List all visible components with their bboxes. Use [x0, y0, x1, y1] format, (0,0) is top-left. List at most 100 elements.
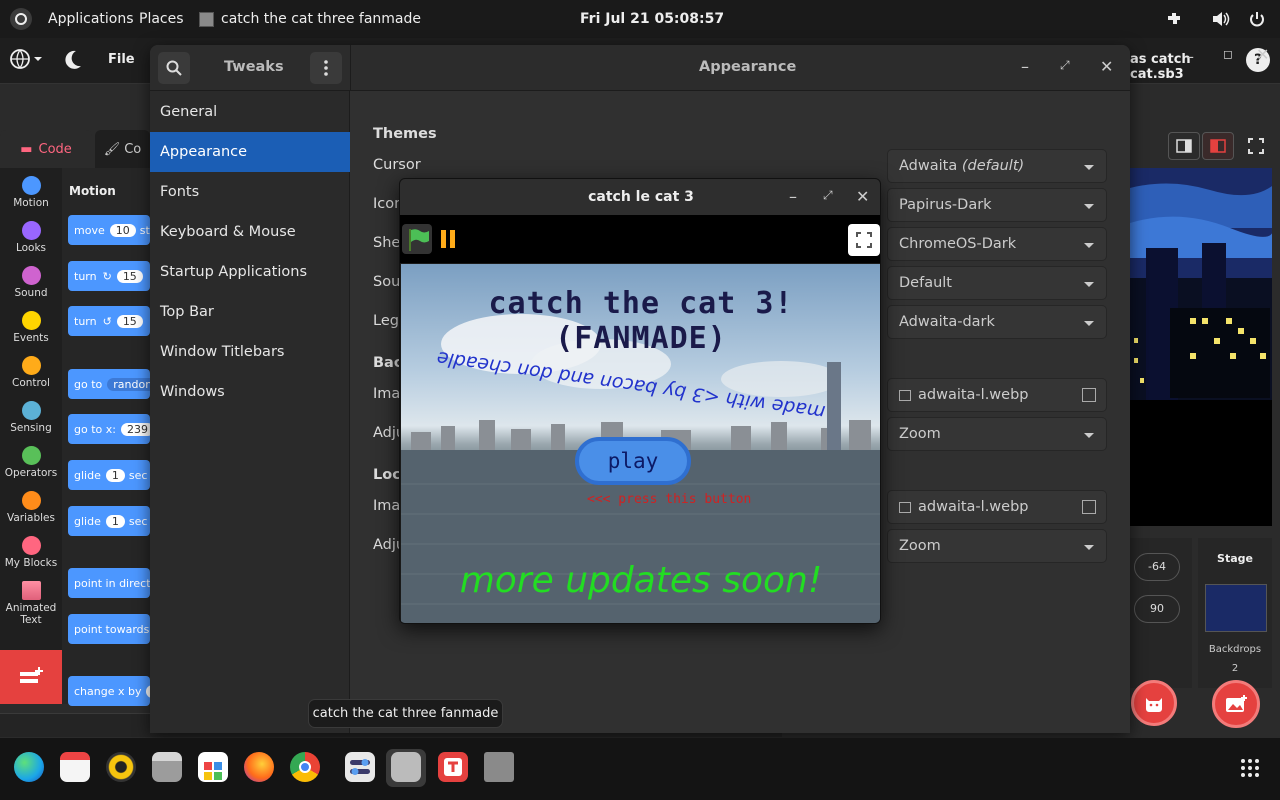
- tab-costumes[interactable]: 🖌 Co: [95, 130, 150, 168]
- category-operators[interactable]: Operators: [0, 440, 62, 485]
- sidebar-item-windows[interactable]: Windows: [150, 372, 350, 412]
- trash-icon[interactable]: [484, 752, 514, 782]
- category-dot-icon: [21, 311, 41, 330]
- restore-icon[interactable]: ⤢: [1060, 58, 1070, 73]
- sprite-y-input[interactable]: -64: [1134, 553, 1180, 581]
- category-animated-text[interactable]: Animated Text: [0, 575, 62, 626]
- play-button[interactable]: play: [575, 437, 691, 485]
- add-sprite-button[interactable]: [1131, 680, 1177, 726]
- fullscreen-button[interactable]: [848, 224, 880, 256]
- block-turn-right[interactable]: turn ↻ 15: [68, 261, 150, 291]
- minimize-icon[interactable]: –: [1021, 57, 1029, 76]
- block-move[interactable]: move 10st: [68, 215, 150, 245]
- category-dot-icon: [21, 221, 41, 240]
- places-menu[interactable]: Places: [139, 0, 184, 38]
- file-menu[interactable]: File: [108, 52, 135, 67]
- firefox-icon[interactable]: [244, 752, 274, 782]
- software-store-icon[interactable]: [198, 752, 228, 782]
- block-turn-left[interactable]: turn ↺ 15: [68, 306, 150, 336]
- block-point-direction[interactable]: point in direction: [68, 568, 150, 598]
- browser-icon[interactable]: [14, 752, 44, 782]
- close-icon[interactable]: ✕: [1100, 57, 1113, 76]
- icons-dropdown[interactable]: Papirus-Dark: [887, 188, 1107, 222]
- large-stage-button[interactable]: [1202, 132, 1234, 160]
- block-go-to-xy[interactable]: go to x: 239: [68, 414, 150, 444]
- game-window: catch le cat 3 – ⤢ ✕ catch the cat 3! (F…: [399, 178, 881, 624]
- block-go-to[interactable]: go torandom: [68, 369, 150, 399]
- sidebar-item-general[interactable]: General: [150, 92, 350, 132]
- search-button[interactable]: [158, 52, 190, 84]
- sidebar-item-top-bar[interactable]: Top Bar: [150, 292, 350, 332]
- text-editor-icon[interactable]: [438, 752, 468, 782]
- calendar-icon[interactable]: [60, 752, 90, 782]
- sidebar-item-fonts[interactable]: Fonts: [150, 172, 350, 212]
- clock[interactable]: Fri Jul 21 05:08:57: [580, 0, 724, 38]
- stage-selector-panel[interactable]: Stage Backdrops 2: [1198, 538, 1272, 688]
- block-glide-2[interactable]: glide 1 sec: [68, 506, 150, 536]
- bg-adjust-dropdown[interactable]: Zoom: [887, 417, 1107, 451]
- maximize-icon[interactable]: ◻: [1223, 47, 1233, 61]
- chrome-icon[interactable]: [290, 752, 320, 782]
- game-app-icon[interactable]: [391, 752, 421, 782]
- category-dot-icon: [21, 491, 41, 510]
- sprite-direction-input[interactable]: 90: [1134, 595, 1180, 623]
- pause-icon[interactable]: [440, 229, 458, 253]
- tweaks-app-icon[interactable]: [345, 752, 375, 782]
- applications-menu[interactable]: Applications: [48, 0, 134, 38]
- theme-moon-icon[interactable]: [64, 50, 82, 74]
- focused-window-title[interactable]: catch the cat three fanmade: [221, 0, 421, 38]
- cursor-dropdown[interactable]: Adwaita (default): [887, 149, 1107, 183]
- menu-button[interactable]: [310, 52, 342, 84]
- category-motion[interactable]: Motion: [0, 170, 62, 215]
- green-flag-icon[interactable]: [402, 224, 432, 254]
- sidebar-item-keyboard-mouse[interactable]: Keyboard & Mouse: [150, 212, 350, 252]
- extensions-icon[interactable]: [1166, 0, 1182, 38]
- tab-code[interactable]: ▬ Code: [0, 130, 92, 168]
- small-stage-button[interactable]: [1168, 132, 1200, 160]
- bg-image-chooser[interactable]: adwaita-l.webp: [887, 378, 1107, 412]
- minimize-icon[interactable]: –: [789, 187, 797, 206]
- category-events[interactable]: Events: [0, 305, 62, 350]
- large-stage-icon: [1210, 139, 1226, 153]
- lock-adjust-dropdown[interactable]: Zoom: [887, 529, 1107, 563]
- category-variables[interactable]: Variables: [0, 485, 62, 530]
- app-grid-icon[interactable]: [1240, 758, 1260, 782]
- add-backdrop-button[interactable]: [1212, 680, 1260, 728]
- category-label: Sensing: [10, 422, 52, 434]
- category-sensing[interactable]: Sensing: [0, 395, 62, 440]
- power-icon[interactable]: [1249, 0, 1265, 38]
- block-glide[interactable]: glide 1 sec: [68, 460, 150, 490]
- chevron-down-icon: [1084, 545, 1094, 550]
- sidebar-item-appearance[interactable]: Appearance: [150, 132, 350, 172]
- game-window-title: catch le cat 3: [588, 189, 694, 205]
- lock-image-chooser[interactable]: adwaita-l.webp: [887, 490, 1107, 524]
- stage-preview[interactable]: [1130, 168, 1272, 526]
- category-label: Motion: [13, 197, 49, 209]
- sidebar-item-startup-applications[interactable]: Startup Applications: [150, 252, 350, 292]
- block-point-towards[interactable]: point towards: [68, 614, 150, 644]
- category-sound[interactable]: Sound: [0, 260, 62, 305]
- files-icon[interactable]: [152, 752, 182, 782]
- language-globe-icon[interactable]: [10, 48, 44, 74]
- minimize-icon[interactable]: –: [1186, 47, 1194, 66]
- add-extension-button[interactable]: [0, 650, 62, 704]
- category-control[interactable]: Control: [0, 350, 62, 395]
- activities-icon[interactable]: [9, 0, 33, 38]
- category-my-blocks[interactable]: My Blocks: [0, 530, 62, 575]
- legacy-dropdown[interactable]: Adwaita-dark: [887, 305, 1107, 339]
- volume-icon[interactable]: [1212, 0, 1230, 38]
- category-label: Looks: [15, 242, 47, 254]
- sound-dropdown[interactable]: Default: [887, 266, 1107, 300]
- close-icon[interactable]: ✕: [856, 187, 869, 206]
- close-icon[interactable]: ✕: [1256, 45, 1269, 64]
- shell-dropdown[interactable]: ChromeOS-Dark: [887, 227, 1107, 261]
- fullscreen-icon[interactable]: [1240, 132, 1272, 160]
- stage-thumbnail[interactable]: [1205, 584, 1267, 632]
- game-stage[interactable]: catch the cat 3! (FANMADE) made with <3 …: [401, 264, 880, 623]
- sidebar-item-window-titlebars[interactable]: Window Titlebars: [150, 332, 350, 372]
- restore-icon[interactable]: ⤢: [823, 188, 833, 203]
- dock: [0, 738, 1280, 800]
- category-looks[interactable]: Looks: [0, 215, 62, 260]
- block-change-x[interactable]: change x by1: [68, 676, 150, 706]
- music-player-icon[interactable]: [106, 752, 136, 782]
